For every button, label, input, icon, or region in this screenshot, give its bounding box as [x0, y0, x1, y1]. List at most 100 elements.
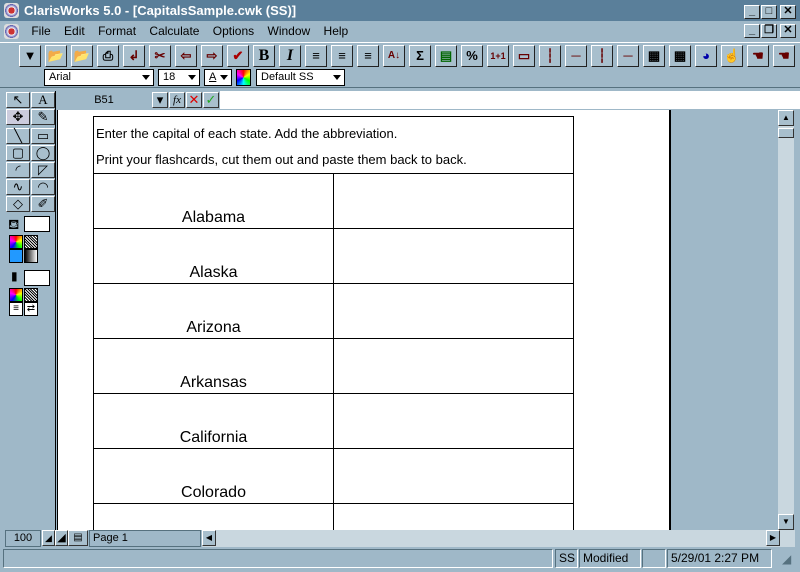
scroll-right-icon[interactable]: ▶	[766, 530, 780, 546]
menu-file[interactable]: File	[31, 24, 50, 38]
fill-color-swatch[interactable]	[24, 216, 50, 232]
cell-ref-dropdown[interactable]: ▾	[152, 92, 168, 108]
italic-button[interactable]: I	[279, 45, 301, 67]
color-palette-icon[interactable]	[236, 69, 251, 86]
state-cell[interactable]: Alaska	[93, 228, 334, 284]
border-outline-icon[interactable]: ▭	[513, 45, 535, 67]
zoom-in-icon[interactable]: ◢	[55, 530, 68, 546]
paint-tool[interactable]: ✎	[31, 109, 55, 125]
font-select[interactable]: Arial	[44, 69, 154, 86]
minimize-button[interactable]: _	[744, 5, 760, 19]
cut-icon[interactable]: ✂	[149, 45, 171, 67]
menu-calculate[interactable]: Calculate	[149, 24, 199, 38]
style-select[interactable]: Default SS	[256, 69, 345, 86]
border-bottom-icon[interactable]: ─	[617, 45, 639, 67]
border-right-icon[interactable]: ┆	[591, 45, 613, 67]
cell-reference[interactable]: B51	[56, 91, 152, 109]
insert-table-icon[interactable]: ▦	[669, 45, 691, 67]
formula-input[interactable]	[220, 91, 800, 109]
spreadsheet-tool[interactable]: ✥	[6, 109, 30, 125]
arrows-icon[interactable]: ⇄	[24, 302, 38, 316]
sum-button[interactable]: Σ	[409, 45, 431, 67]
document-icon[interactable]	[4, 24, 19, 39]
maximize-button[interactable]: □	[761, 5, 777, 19]
help-hand-icon[interactable]: ☚	[747, 45, 769, 67]
scroll-thumb[interactable]	[778, 128, 794, 138]
capital-cell[interactable]	[333, 173, 574, 229]
rounded-rect-tool[interactable]: ▢	[6, 145, 30, 161]
capital-cell[interactable]	[333, 228, 574, 284]
function-button[interactable]: fx	[169, 92, 185, 108]
fill-texture-icon[interactable]	[9, 249, 23, 263]
page-setup-icon[interactable]: ▦	[643, 45, 665, 67]
capital-cell[interactable]	[333, 283, 574, 339]
new-doc-icon[interactable]: ↲	[123, 45, 145, 67]
pointer-tool[interactable]: ↖	[6, 92, 30, 108]
arc-tool[interactable]: ◜	[6, 162, 30, 178]
menu-window[interactable]: Window	[268, 24, 311, 38]
hand-icon[interactable]: ☚	[773, 45, 795, 67]
spreadsheet-area[interactable]: Enter the capital of each state. Add the…	[57, 110, 669, 530]
menu-edit[interactable]: Edit	[64, 24, 85, 38]
rectangle-tool[interactable]: ▭	[31, 128, 55, 144]
bold-button[interactable]: B	[253, 45, 275, 67]
align-right-icon[interactable]: ≡	[357, 45, 379, 67]
polygon-tool[interactable]: ◸	[31, 162, 55, 178]
fill-down-icon[interactable]: ☝	[721, 45, 743, 67]
capital-cell[interactable]	[333, 448, 574, 504]
capital-cell[interactable]	[333, 503, 574, 530]
scroll-down-icon[interactable]: ▼	[778, 514, 794, 530]
state-cell[interactable]: Arizona	[93, 283, 334, 339]
toolbar-dropdown-button[interactable]: ▼	[19, 45, 41, 67]
pen-color-palette-icon[interactable]	[9, 288, 23, 302]
menu-help[interactable]: Help	[324, 24, 349, 38]
state-cell[interactable]: Colorado	[93, 448, 334, 504]
fill-right-icon[interactable]: 1+1	[487, 45, 509, 67]
zoom-out-icon[interactable]: ◢	[42, 530, 55, 546]
paste-icon[interactable]: ⇨	[201, 45, 223, 67]
fill-pattern-icon[interactable]	[24, 235, 38, 249]
capital-cell[interactable]	[333, 338, 574, 394]
menu-format[interactable]: Format	[98, 24, 136, 38]
text-tool[interactable]: A	[31, 92, 55, 108]
horizontal-scrollbar[interactable]: ◀ ▶	[202, 530, 795, 547]
state-cell[interactable]: Arkansas	[93, 338, 334, 394]
spell-check-icon[interactable]: ✔	[227, 45, 249, 67]
open-icon[interactable]: 📂	[45, 45, 67, 67]
line-tool[interactable]: ╲	[6, 128, 30, 144]
doc-close-button[interactable]: ✕	[780, 24, 796, 38]
save-icon[interactable]: 📂	[71, 45, 93, 67]
percent-button[interactable]: %	[461, 45, 483, 67]
cancel-icon[interactable]: ✕	[186, 92, 202, 108]
zoom-level[interactable]: 100	[5, 530, 41, 547]
chart-icon[interactable]: ◕	[695, 45, 717, 67]
oval-tool[interactable]: ◯	[31, 145, 55, 161]
doc-minimize-button[interactable]: _	[744, 24, 760, 38]
state-cell[interactable]: Alabama	[93, 173, 334, 229]
instructions-cell[interactable]: Enter the capital of each state. Add the…	[93, 116, 574, 174]
diamond-tool[interactable]: ◇	[6, 196, 30, 212]
fill-color-palette-icon[interactable]	[9, 235, 23, 249]
align-center-icon[interactable]: ≡	[331, 45, 353, 67]
sort-icon[interactable]: A↓	[383, 45, 405, 67]
bezier-tool[interactable]: ◠	[31, 179, 55, 195]
state-cell[interactable]: California	[93, 393, 334, 449]
pen-pattern-icon[interactable]	[24, 288, 38, 302]
line-width-icon[interactable]: ≡	[9, 302, 23, 316]
align-left-icon[interactable]: ≡	[305, 45, 327, 67]
eyedropper-tool[interactable]: ✐	[31, 196, 55, 212]
border-top-icon[interactable]: ─	[565, 45, 587, 67]
menu-options[interactable]: Options	[213, 24, 254, 38]
border-left-icon[interactable]: ┆	[539, 45, 561, 67]
resize-grip-icon[interactable]: ◢	[782, 552, 791, 566]
vertical-scrollbar[interactable]: ▲ ▼	[778, 110, 794, 530]
accept-icon[interactable]: ✓	[203, 92, 219, 108]
freehand-tool[interactable]: ∿	[6, 179, 30, 195]
fill-gradient-icon[interactable]	[24, 249, 38, 263]
copy-icon[interactable]: ⇦	[175, 45, 197, 67]
text-color-select[interactable]: A	[204, 69, 232, 86]
print-icon[interactable]: ⎙	[97, 45, 119, 67]
state-cell[interactable]	[93, 503, 334, 530]
size-select[interactable]: 18	[158, 69, 200, 86]
capital-cell[interactable]	[333, 393, 574, 449]
